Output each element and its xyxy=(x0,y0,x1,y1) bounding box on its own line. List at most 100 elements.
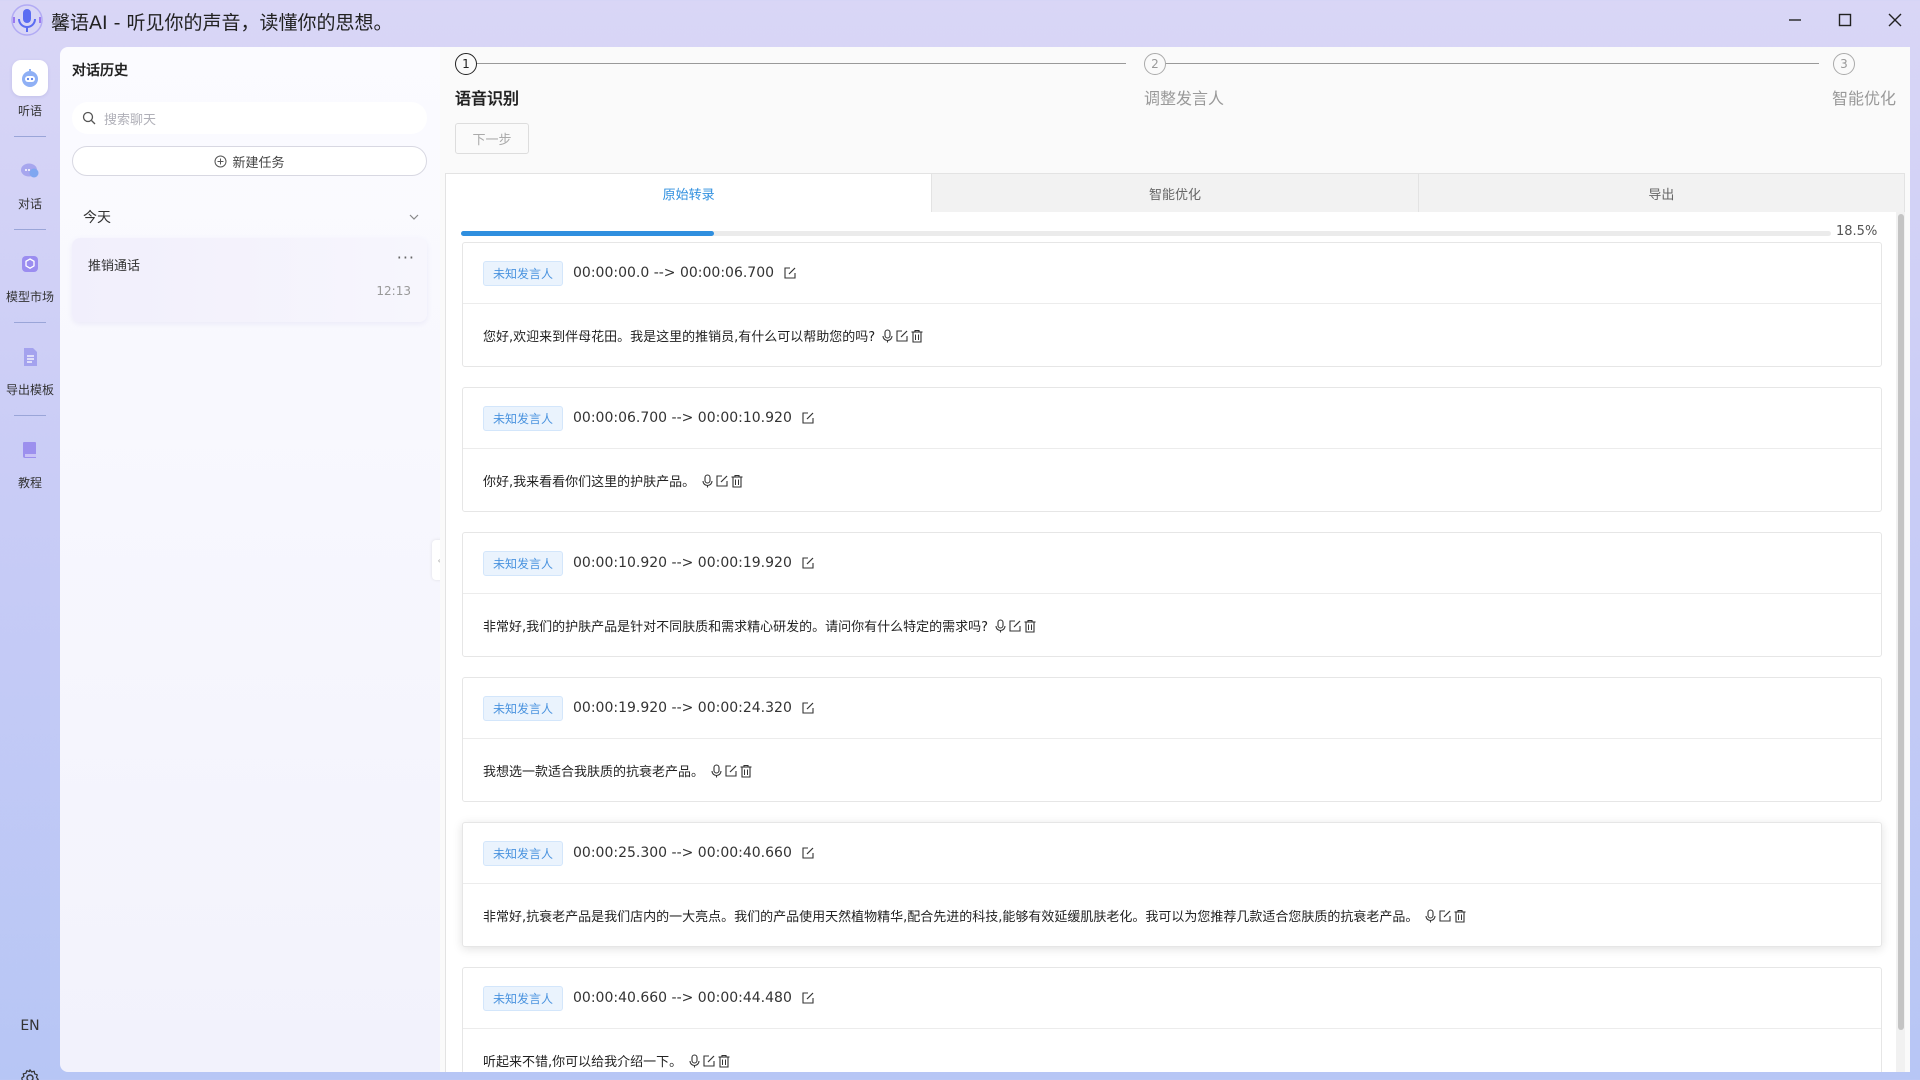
edit-time-icon[interactable] xyxy=(801,556,815,570)
edit-icon[interactable] xyxy=(895,329,909,343)
step-connector xyxy=(1159,63,1819,64)
edit-time-icon[interactable] xyxy=(801,411,815,425)
segment-body: 非常好,我们的护肤产品是针对不同肤质和需求精心研发的。请问你有什么特定的需求吗? xyxy=(463,594,1881,657)
transcript-segment: 未知发言人 00:00:40.660 --> 00:00:44.480 听起来不… xyxy=(462,967,1882,1072)
microphone-icon[interactable] xyxy=(701,473,714,488)
edit-icon[interactable] xyxy=(702,1054,716,1068)
step-2-circle: 2 xyxy=(1144,53,1166,75)
edit-time-icon[interactable] xyxy=(801,846,815,860)
search-input[interactable]: 搜索聊天 xyxy=(72,102,427,134)
segment-timestamp: 00:00:10.920 --> 00:00:19.920 xyxy=(573,555,792,571)
close-button[interactable] xyxy=(1870,0,1920,40)
segment-actions xyxy=(710,763,753,778)
nav-rail: 听语 对话 模型市场 导出模板 教程 EN xyxy=(0,40,60,1080)
progress-bar xyxy=(461,231,1831,236)
speaker-badge[interactable]: 未知发言人 xyxy=(483,985,564,1011)
microphone-icon[interactable] xyxy=(881,328,894,343)
delete-icon[interactable] xyxy=(910,329,924,343)
speaker-badge[interactable]: 未知发言人 xyxy=(483,695,564,721)
minimize-button[interactable] xyxy=(1770,0,1820,40)
step-1-label: 语音识别 xyxy=(455,89,520,108)
segment-timestamp: 00:00:40.660 --> 00:00:44.480 xyxy=(573,990,792,1006)
delete-icon[interactable] xyxy=(730,474,744,488)
edit-icon[interactable] xyxy=(1008,619,1022,633)
speaker-badge[interactable]: 未知发言人 xyxy=(483,260,564,286)
chat-icon xyxy=(12,153,48,189)
edit-icon[interactable] xyxy=(724,764,738,778)
delete-icon[interactable] xyxy=(1453,909,1467,923)
app-title: 馨语AI - 听见你的声音，读懂你的思想。 xyxy=(51,12,393,34)
rail-item-chat[interactable]: 对话 xyxy=(0,145,60,225)
edit-time-icon[interactable] xyxy=(783,266,797,280)
microphone-icon[interactable] xyxy=(994,618,1007,633)
segment-text: 非常好,我们的护肤产品是针对不同肤质和需求精心研发的。请问你有什么特定的需求吗? xyxy=(483,620,989,635)
rail-item-export-template[interactable]: 导出模板 xyxy=(0,331,60,411)
rail-item-listen[interactable]: 听语 xyxy=(0,52,60,132)
segment-header: 未知发言人 00:00:00.0 --> 00:00:06.700 xyxy=(463,243,1881,304)
edit-icon[interactable] xyxy=(715,474,729,488)
transcript-segment: 未知发言人 00:00:25.300 --> 00:00:40.660 非常好,… xyxy=(462,822,1882,947)
rail-label-tutorial: 教程 xyxy=(17,476,42,490)
step-connector xyxy=(466,63,1126,64)
rail-item-tutorial[interactable]: 教程 xyxy=(0,424,60,504)
group-today[interactable]: 今天 xyxy=(83,207,419,227)
next-step-button[interactable]: 下一步 xyxy=(455,123,529,154)
new-task-label: 新建任务 xyxy=(232,155,285,171)
segment-body: 我想选一款适合我肤质的抗衰老产品。 xyxy=(463,739,1881,802)
gear-icon[interactable] xyxy=(20,1068,40,1080)
delete-icon[interactable] xyxy=(1023,619,1037,633)
segment-timestamp: 00:00:06.700 --> 00:00:10.920 xyxy=(573,410,792,426)
transcript-panel: 18.5% 未知发言人 00:00:00.0 --> 00:00:06.700 … xyxy=(445,212,1905,1072)
step-3-label: 智能优化 xyxy=(1832,89,1897,108)
segment-timestamp: 00:00:25.300 --> 00:00:40.660 xyxy=(573,845,792,861)
minimize-icon xyxy=(1789,19,1801,21)
segment-text: 非常好,抗衰老产品是我们店内的一大亮点。我们的产品使用天然植物精华,配合先进的科… xyxy=(483,910,1419,925)
microphone-icon[interactable] xyxy=(688,1053,701,1068)
segment-header: 未知发言人 00:00:40.660 --> 00:00:44.480 xyxy=(463,968,1881,1029)
chevron-down-icon xyxy=(409,214,419,220)
speaker-badge[interactable]: 未知发言人 xyxy=(483,405,564,431)
microphone-icon[interactable] xyxy=(1424,908,1437,923)
transcript-segment: 未知发言人 00:00:19.920 --> 00:00:24.320 我想选一… xyxy=(462,677,1882,802)
edit-time-icon[interactable] xyxy=(801,701,815,715)
segment-actions xyxy=(688,1053,731,1068)
edit-icon[interactable] xyxy=(1438,909,1452,923)
progress-fill xyxy=(461,231,715,236)
rail-item-model-market[interactable]: 模型市场 xyxy=(0,238,60,318)
segment-timestamp: 00:00:00.0 --> 00:00:06.700 xyxy=(573,265,775,281)
segment-header: 未知发言人 00:00:19.920 --> 00:00:24.320 xyxy=(463,678,1881,739)
language-toggle[interactable]: EN xyxy=(0,1018,60,1034)
segment-body: 你好,我来看看你们这里的护肤产品。 xyxy=(463,449,1881,512)
segment-text: 你好,我来看看你们这里的护肤产品。 xyxy=(483,475,696,490)
rail-label-chat: 对话 xyxy=(17,197,42,211)
tab-smart-optimize[interactable]: 智能优化 xyxy=(932,174,1419,212)
history-sidebar: 对话历史 搜索聊天 新建任务 今天 推销通话 ··· 12:13 xyxy=(60,47,440,1072)
transcript-segment: 未知发言人 00:00:10.920 --> 00:00:19.920 非常好,… xyxy=(462,532,1882,657)
more-icon[interactable]: ··· xyxy=(397,248,415,267)
segment-text: 听起来不错,你可以给我介绍一下。 xyxy=(483,1055,683,1070)
progress-label: 18.5% xyxy=(1836,224,1878,239)
title-bar: 馨语AI - 听见你的声音，读懂你的思想。 xyxy=(0,0,1920,40)
conversation-item[interactable]: 推销通话 ··· 12:13 xyxy=(72,238,427,322)
scrollbar-thumb[interactable] xyxy=(1898,214,1904,1030)
search-placeholder: 搜索聊天 xyxy=(104,112,157,128)
segment-actions xyxy=(701,473,744,488)
transcript-segment: 未知发言人 00:00:06.700 --> 00:00:10.920 你好,我… xyxy=(462,387,1882,512)
delete-icon[interactable] xyxy=(717,1054,731,1068)
tab-export[interactable]: 导出 xyxy=(1419,174,1904,212)
speaker-badge[interactable]: 未知发言人 xyxy=(483,550,564,576)
book-icon xyxy=(12,432,48,468)
delete-icon[interactable] xyxy=(739,764,753,778)
segment-list: 未知发言人 00:00:00.0 --> 00:00:06.700 您好,欢迎来… xyxy=(462,242,1882,1072)
segment-body: 您好,欢迎来到伴母花田。我是这里的推销员,有什么可以帮助您的吗? xyxy=(463,304,1881,367)
history-title: 对话历史 xyxy=(72,63,128,79)
maximize-button[interactable] xyxy=(1820,0,1870,40)
step-1-circle: 1 xyxy=(455,53,477,75)
edit-time-icon[interactable] xyxy=(801,991,815,1005)
new-task-button[interactable]: 新建任务 xyxy=(72,146,427,176)
microphone-icon[interactable] xyxy=(710,763,723,778)
tab-raw-transcript[interactable]: 原始转录 xyxy=(446,174,933,212)
document-icon xyxy=(12,339,48,375)
segment-body: 听起来不错,你可以给我介绍一下。 xyxy=(463,1029,1881,1072)
speaker-badge[interactable]: 未知发言人 xyxy=(483,840,564,866)
